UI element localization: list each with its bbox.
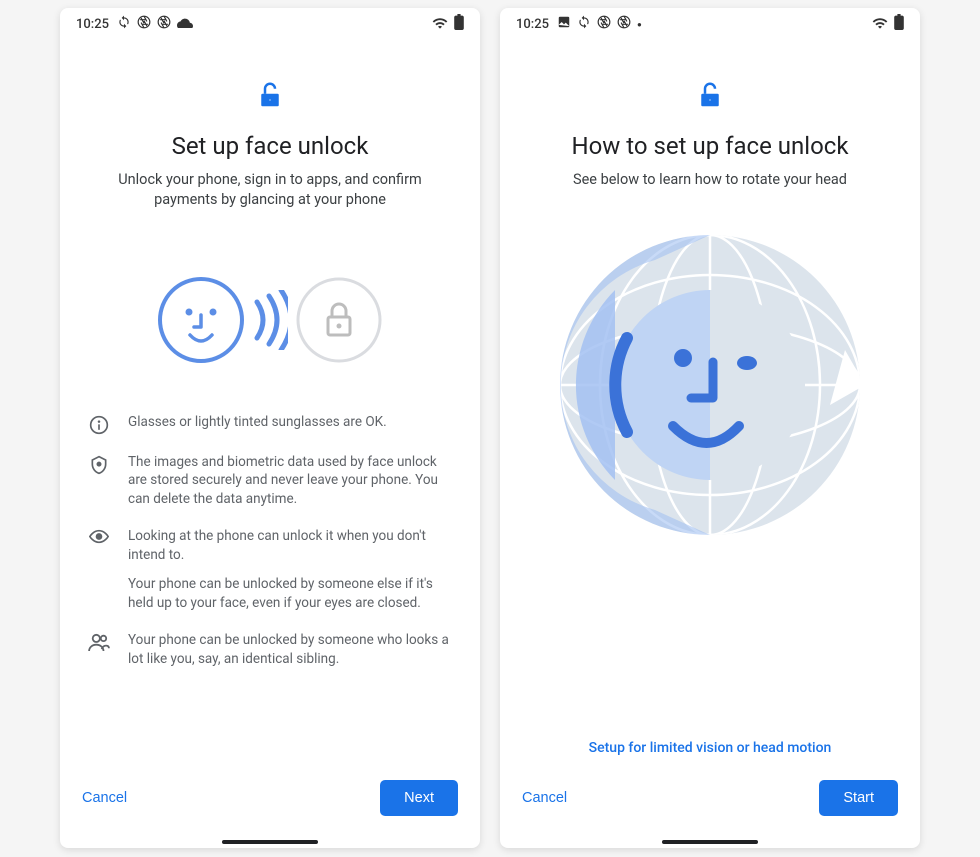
cancel-button[interactable]: Cancel bbox=[522, 790, 567, 806]
status-bar: 10:25 ● bbox=[500, 8, 920, 40]
page-subtitle: See below to learn how to rotate your he… bbox=[569, 170, 851, 190]
aperture-icon bbox=[157, 15, 171, 33]
status-time: 10:25 bbox=[516, 17, 549, 32]
info-text: The images and biometric data used by fa… bbox=[128, 453, 452, 510]
info-row-glasses: Glasses or lightly tinted sunglasses are… bbox=[88, 413, 452, 435]
next-button[interactable]: Next bbox=[380, 780, 458, 816]
wifi-icon bbox=[872, 15, 888, 33]
face-unlock-illustration bbox=[156, 275, 384, 365]
sync-arrows-icon bbox=[577, 15, 591, 33]
shield-icon bbox=[88, 453, 110, 475]
aperture-icon bbox=[597, 15, 611, 33]
info-text: Looking at the phone can unlock it when … bbox=[128, 527, 452, 613]
info-row-security: The images and biometric data used by fa… bbox=[88, 453, 452, 510]
info-text: Glasses or lightly tinted sunglasses are… bbox=[128, 413, 387, 432]
nav-bar[interactable] bbox=[60, 836, 480, 848]
battery-icon bbox=[454, 14, 464, 34]
battery-icon bbox=[894, 14, 904, 34]
aperture-icon bbox=[137, 15, 151, 33]
cloud-icon bbox=[177, 16, 193, 32]
image-icon bbox=[557, 15, 571, 33]
people-icon bbox=[88, 631, 110, 651]
page-title: Set up face unlock bbox=[172, 132, 369, 160]
nav-bar[interactable] bbox=[500, 836, 920, 848]
info-text: Your phone can be unlocked by someone wh… bbox=[128, 631, 452, 669]
aperture-icon bbox=[617, 15, 631, 33]
rotate-head-illustration bbox=[555, 230, 865, 544]
info-row-sibling: Your phone can be unlocked by someone wh… bbox=[88, 631, 452, 669]
info-row-look: Looking at the phone can unlock it when … bbox=[88, 527, 452, 613]
info-icon bbox=[88, 413, 110, 435]
status-time: 10:25 bbox=[76, 17, 109, 32]
screen-how-to-setup: 10:25 ● bbox=[500, 8, 920, 848]
accessibility-setup-link[interactable]: Setup for limited vision or head motion bbox=[589, 740, 832, 756]
cancel-button[interactable]: Cancel bbox=[82, 790, 127, 806]
signal-waves-icon bbox=[252, 290, 288, 350]
page-subtitle: Unlock your phone, sign in to apps, and … bbox=[84, 170, 456, 211]
start-button[interactable]: Start bbox=[819, 780, 898, 816]
lock-circle-icon bbox=[294, 275, 384, 365]
unlock-icon bbox=[695, 80, 725, 114]
dot-icon: ● bbox=[637, 20, 642, 29]
status-bar: 10:25 bbox=[60, 8, 480, 40]
sync-arrows-icon bbox=[117, 15, 131, 33]
page-title: How to set up face unlock bbox=[571, 132, 848, 160]
wifi-icon bbox=[432, 15, 448, 33]
unlock-icon bbox=[255, 80, 285, 114]
eye-icon bbox=[88, 527, 110, 544]
screen-setup-face-unlock: 10:25 bbox=[60, 8, 480, 848]
